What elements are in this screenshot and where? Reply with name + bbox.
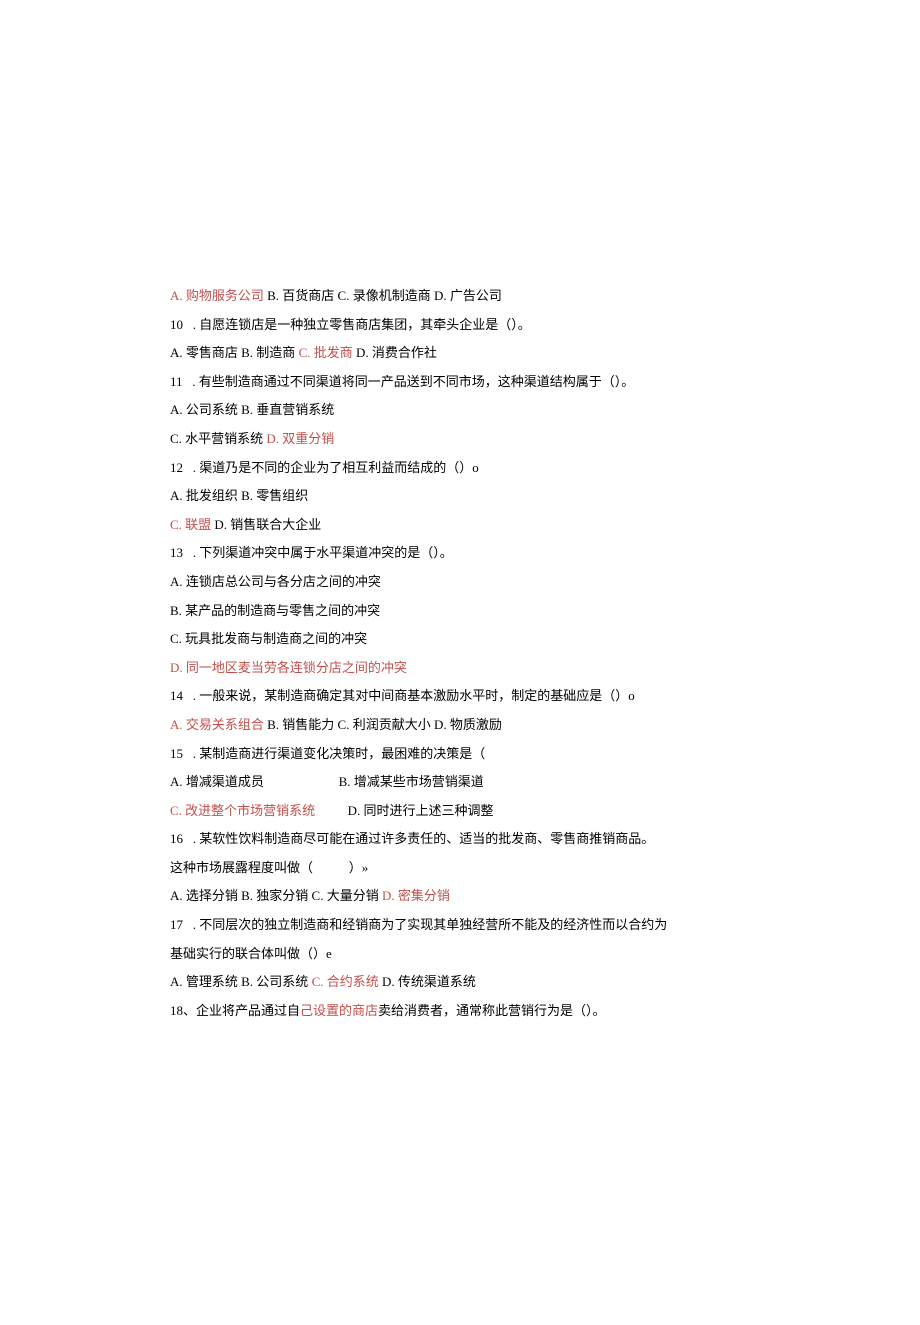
body-text: B. 销售能力 C. 利润贡献大小 D. 物质激励 [267,717,502,732]
text-line: 11 . 有些制造商通过不同渠道将同一产品送到不同市场，这种渠道结构属于（）。 [170,368,755,397]
text-line: A. 零售商店 B. 制造商 C. 批发商 D. 消费合作社 [170,339,755,368]
text-line: A. 管理系统 B. 公司系统 C. 合约系统 D. 传统渠道系统 [170,968,755,997]
text-line: 17 . 不同层次的独立制造商和经销商为了实现其单独经营所不能及的经济性而以合约… [170,911,755,940]
text-line: A. 选择分销 B. 独家分销 C. 大量分销 D. 密集分销 [170,882,755,911]
text-line: 12 . 渠道乃是不同的企业为了相互利益而结成的（）o [170,454,755,483]
body-text: A. 连锁店总公司与各分店之间的冲突 [170,574,381,589]
text-line: C. 改进整个市场营销系统 D. 同时进行上述三种调整 [170,797,755,826]
body-text: 17 . 不同层次的独立制造商和经销商为了实现其单独经营所不能及的经济性而以合约… [170,917,667,932]
text-line: A. 连锁店总公司与各分店之间的冲突 [170,568,755,597]
body-text: D. 销售联合大企业 [214,517,321,532]
body-text: C. 水平营销系统 [170,431,266,446]
answer-text: D. 同一地区麦当劳各连锁分店之间的冲突 [170,660,407,675]
answer-text: A. 购物服务公司 [170,288,267,303]
text-line: 10 . 自愿连锁店是一种独立零售商店集团，其牵头企业是（）。 [170,311,755,340]
body-text: 16 . 某软性饮料制造商尽可能在通过许多责任的、适当的批发商、零售商推销商品。 [170,831,654,846]
body-text: A. 公司系统 B. 垂直营销系统 [170,402,334,417]
text-line: 这种市场展露程度叫做（ ）» [170,854,755,883]
text-line: A. 购物服务公司 B. 百货商店 C. 录像机制造商 D. 广告公司 [170,282,755,311]
answer-text: 己设置的商店 [300,1003,378,1018]
text-line: 15 . 某制造商进行渠道变化决策时，最困难的决策是（ [170,740,755,769]
body-text: D. 同时进行上述三种调整 [348,803,494,818]
text-line: A. 增减渠道成员 B. 增减某些市场营销渠道 [170,768,755,797]
text-line: 18、企业将产品通过自己设置的商店卖给消费者，通常称此营销行为是（）。 [170,997,755,1026]
body-text: 18、企业将产品通过自 [170,1003,300,1018]
body-text: B. 某产品的制造商与零售之间的冲突 [170,603,380,618]
text-line: A. 公司系统 B. 垂直营销系统 [170,396,755,425]
body-text: 15 . 某制造商进行渠道变化决策时，最困难的决策是（ [170,746,485,761]
body-text: 10 . 自愿连锁店是一种独立零售商店集团，其牵头企业是（）。 [170,317,531,332]
text-line: C. 联盟 D. 销售联合大企业 [170,511,755,540]
text-line: A. 批发组织 B. 零售组织 [170,482,755,511]
text-line: B. 某产品的制造商与零售之间的冲突 [170,597,755,626]
answer-text: A. 交易关系组合 [170,717,267,732]
body-text: 11 . 有些制造商通过不同渠道将同一产品送到不同市场，这种渠道结构属于（）。 [170,374,634,389]
body-text: A. 增减渠道成员 B. 增减某些市场营销渠道 [170,774,484,789]
text-line: D. 同一地区麦当劳各连锁分店之间的冲突 [170,654,755,683]
text-line: A. 交易关系组合 B. 销售能力 C. 利润贡献大小 D. 物质激励 [170,711,755,740]
body-text: A. 批发组织 B. 零售组织 [170,488,308,503]
body-text: 14 . 一般来说，某制造商确定其对中间商基本激励水平时，制定的基础应是（）o [170,688,635,703]
text-line: C. 玩具批发商与制造商之间的冲突 [170,625,755,654]
body-text: A. 零售商店 B. 制造商 [170,345,299,360]
body-text: 12 . 渠道乃是不同的企业为了相互利益而结成的（）o [170,460,479,475]
document-page: A. 购物服务公司 B. 百货商店 C. 录像机制造商 D. 广告公司 10 . … [0,0,920,1325]
body-text: 卖给消费者，通常称此营销行为是（）。 [378,1003,606,1018]
body-text: D. 消费合作社 [356,345,437,360]
text-line: C. 水平营销系统 D. 双重分销 [170,425,755,454]
text-line: 16 . 某软性饮料制造商尽可能在通过许多责任的、适当的批发商、零售商推销商品。 [170,825,755,854]
body-text: 13 . 下列渠道冲突中属于水平渠道冲突的是（）。 [170,545,453,560]
body-text: B. 百货商店 C. 录像机制造商 D. 广告公司 [267,288,502,303]
answer-text: D. 双重分销 [266,431,334,446]
body-text: D. 传统渠道系统 [382,974,476,989]
answer-text: C. 改进整个市场营销系统 [170,803,348,818]
answer-text: C. 合约系统 [312,974,382,989]
text-line: 14 . 一般来说，某制造商确定其对中间商基本激励水平时，制定的基础应是（）o [170,682,755,711]
text-line: 基础实行的联合体叫做（）e [170,940,755,969]
answer-text: C. 批发商 [299,345,356,360]
answer-text: D. 密集分销 [382,888,450,903]
body-text: 基础实行的联合体叫做（）e [170,946,332,961]
answer-text: C. 联盟 [170,517,214,532]
body-text: A. 选择分销 B. 独家分销 C. 大量分销 [170,888,382,903]
text-line: 13 . 下列渠道冲突中属于水平渠道冲突的是（）。 [170,539,755,568]
body-text: C. 玩具批发商与制造商之间的冲突 [170,631,367,646]
body-text: A. 管理系统 B. 公司系统 [170,974,312,989]
body-text: 这种市场展露程度叫做（ ）» [170,860,368,875]
